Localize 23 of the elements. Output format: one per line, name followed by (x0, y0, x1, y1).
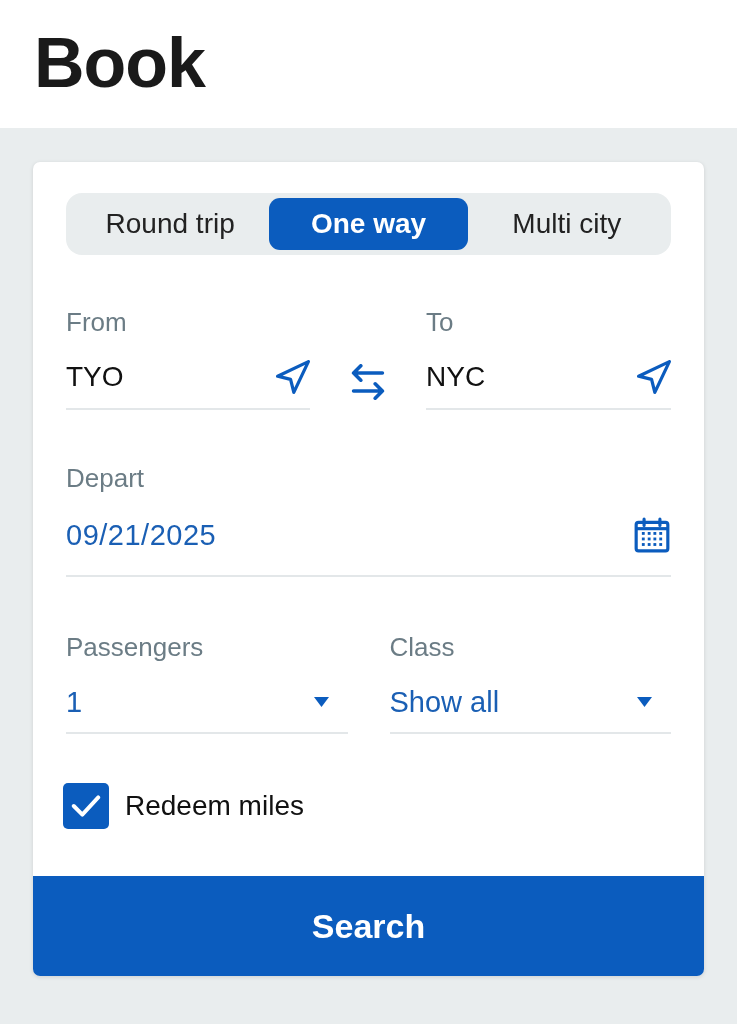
passengers-dropdown[interactable]: 1 (66, 663, 348, 734)
page-title: Book (34, 28, 205, 98)
field-label: From (66, 306, 128, 338)
search-button[interactable]: Search (33, 876, 704, 976)
check-icon (71, 795, 101, 817)
class-dropdown[interactable]: Show all (389, 663, 671, 734)
field-label: Class (389, 631, 456, 663)
field-label: Depart (66, 462, 146, 494)
date-field[interactable]: 09/21/2025 (66, 494, 671, 577)
trip-type-tab[interactable]: One way (269, 198, 468, 250)
checkbox[interactable] (63, 783, 109, 829)
trip-type-tab[interactable]: Multi city (467, 198, 666, 250)
field-label: To (426, 306, 455, 338)
location-arrow-icon[interactable] (637, 360, 671, 394)
dropdown-caret-icon[interactable] (313, 697, 329, 707)
dropdown-caret-icon[interactable] (637, 697, 652, 707)
checkbox-label: Redeem miles (125, 790, 304, 822)
location-arrow-icon[interactable] (276, 360, 310, 394)
origin-field[interactable]: TYO (66, 338, 310, 410)
destination-field[interactable]: NYC (426, 338, 671, 410)
swap-icon[interactable] (350, 364, 386, 400)
field-label: Passengers (66, 631, 205, 663)
trip-type-tab[interactable]: Round trip (71, 198, 270, 250)
